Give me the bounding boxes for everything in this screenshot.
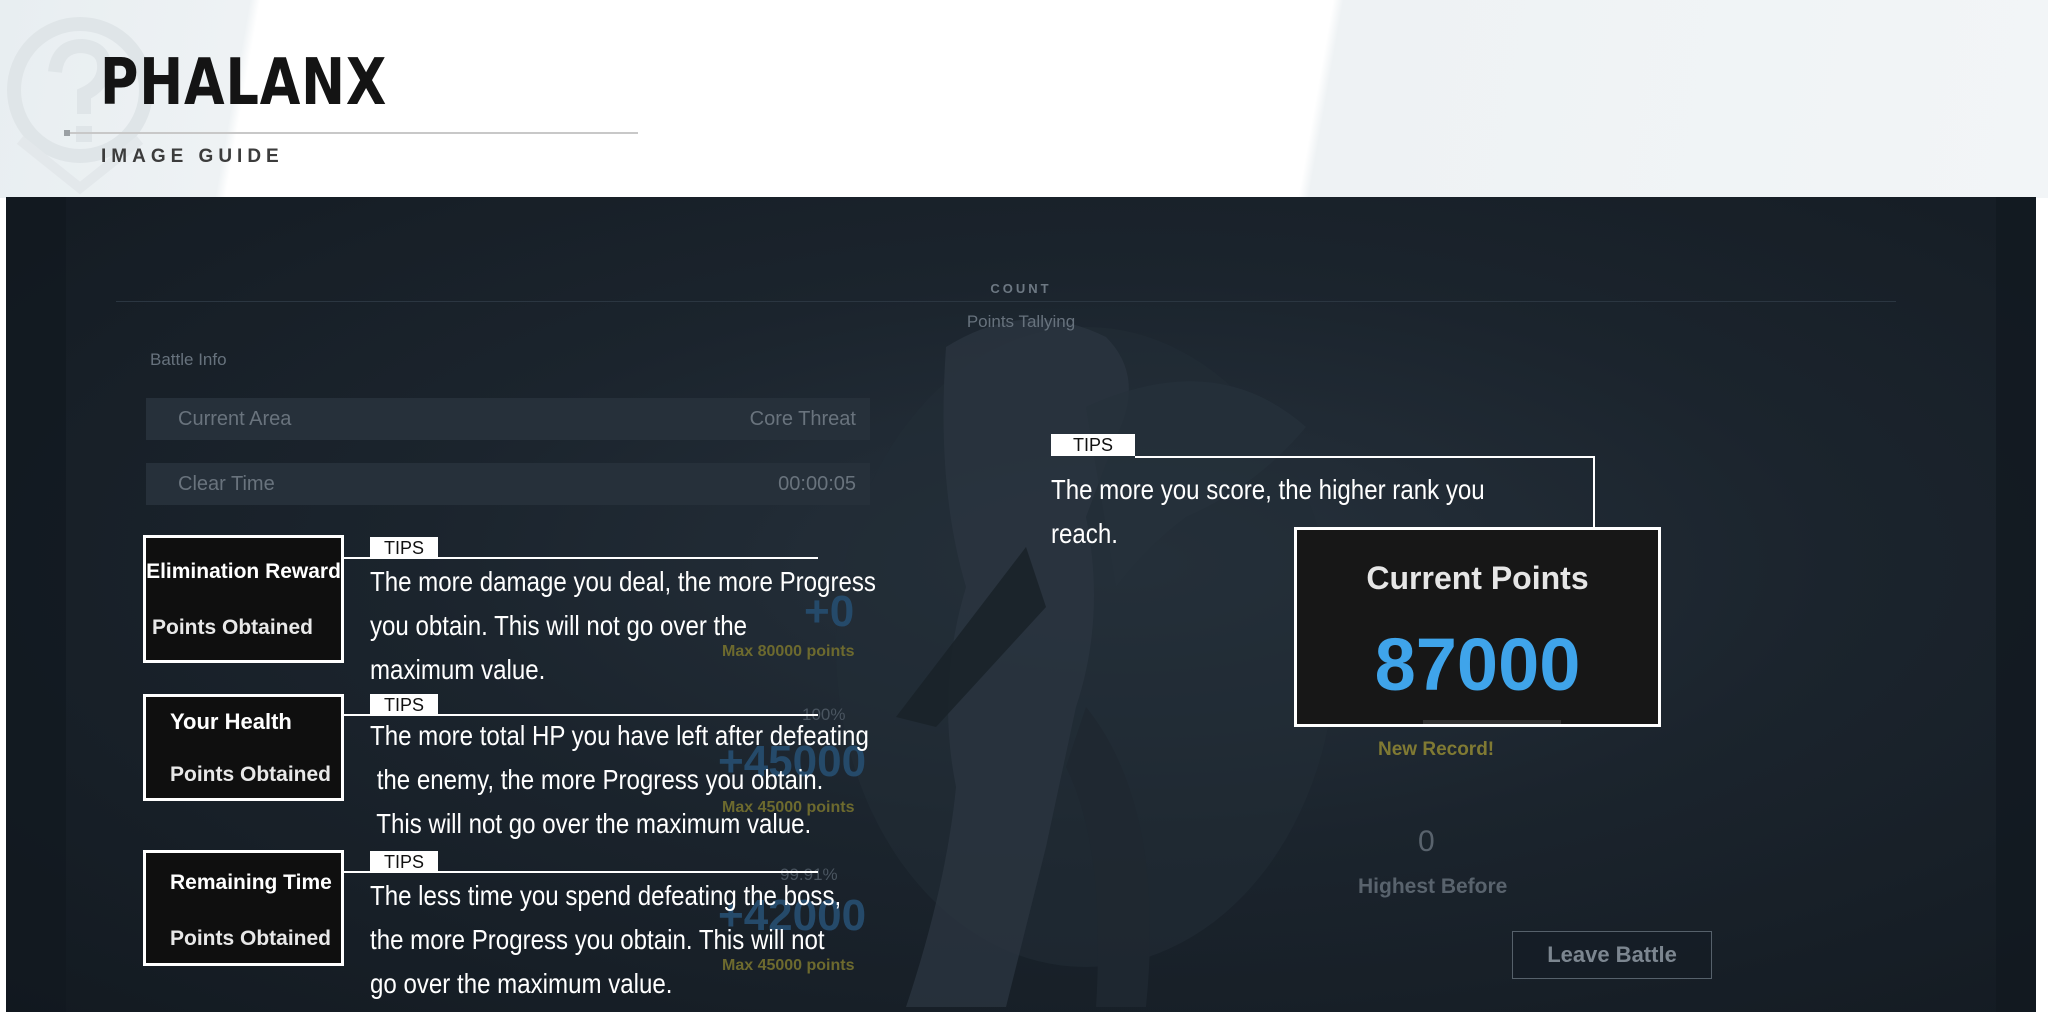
- info-value: 00:00:05: [778, 473, 856, 495]
- tip-line: This will not go over the maximum value.: [370, 808, 812, 839]
- remaining-time-panel: Remaining Time Points Obtained: [143, 850, 344, 966]
- tip-line: The less time you spend defeating the bo…: [370, 880, 842, 911]
- tips-tag-health: TIPS: [370, 694, 438, 716]
- health-tip-text: The more total HP you have left after de…: [370, 714, 869, 846]
- tips-tag-elimination: TIPS: [370, 537, 438, 559]
- callout-title: Remaining Time: [170, 871, 332, 894]
- callout-title: Elimination Reward: [146, 560, 341, 583]
- tip-line: the enemy, the more Progress you obtain.: [370, 764, 824, 795]
- current-points-title: Current Points: [1366, 560, 1589, 596]
- tip-connector: [1593, 456, 1595, 528]
- your-health-panel: Your Health Points Obtained: [143, 694, 344, 801]
- tip-line: The more damage you deal, the more Progr…: [370, 566, 876, 597]
- callout-subtitle: Points Obtained: [152, 616, 314, 639]
- info-row-clear-time: Clear Time 00:00:05: [146, 463, 870, 505]
- tip-line: The more total HP you have left after de…: [370, 720, 869, 751]
- info-key: Current Area: [178, 408, 292, 430]
- info-row-current-area: Current Area Core Threat: [146, 398, 870, 440]
- tip-line: you obtain. This will not go over the: [370, 610, 748, 641]
- tip-line: maximum value.: [370, 654, 546, 685]
- brand-title: PHALANX: [100, 46, 388, 120]
- info-key: Clear Time: [178, 473, 275, 495]
- tip-line: go over the maximum value.: [370, 968, 673, 999]
- callout-subtitle: Points Obtained: [170, 927, 332, 950]
- brand-subtitle: IMAGE GUIDE: [101, 146, 284, 167]
- tip-connector: [1135, 456, 1595, 458]
- callout-title: Your Health: [170, 709, 292, 734]
- current-points-panel: Current Points 87000: [1294, 527, 1661, 727]
- leave-battle-button[interactable]: Leave Battle: [1512, 931, 1712, 979]
- tip-line: reach.: [1051, 518, 1118, 549]
- tip-line: The more you score, the higher rank you: [1051, 474, 1485, 505]
- current-points-value: 87000: [1374, 623, 1581, 706]
- tips-tag-time: TIPS: [370, 851, 438, 873]
- tip-line: the more Progress you obtain. This will …: [370, 924, 825, 955]
- header-divider-dot: [64, 130, 70, 136]
- info-value: Core Threat: [749, 408, 856, 430]
- current-points-bar: [1423, 720, 1561, 724]
- points-tallying-label: Points Tallying: [966, 312, 1076, 331]
- tips-tag-rank: TIPS: [1051, 434, 1135, 456]
- count-label: COUNT: [990, 281, 1052, 296]
- tip-connector: [344, 871, 818, 873]
- highest-before-label: Highest Before: [1358, 875, 1508, 898]
- header-divider: [64, 132, 638, 134]
- time-tip-text: The less time you spend defeating the bo…: [370, 874, 841, 1006]
- elimination-tip-text: The more damage you deal, the more Progr…: [370, 560, 876, 692]
- rank-tip-text: The more you score, the higher rank you …: [1051, 468, 1485, 556]
- tip-connector: [344, 557, 818, 559]
- new-record-badge: New Record!: [1378, 739, 1495, 760]
- callout-subtitle: Points Obtained: [170, 763, 332, 786]
- battle-info-heading: Battle Info: [150, 350, 227, 369]
- elimination-reward-panel: Elimination Reward Points Obtained: [143, 535, 344, 663]
- highest-before-value: 0: [1418, 825, 1435, 858]
- count-divider: [116, 301, 1896, 302]
